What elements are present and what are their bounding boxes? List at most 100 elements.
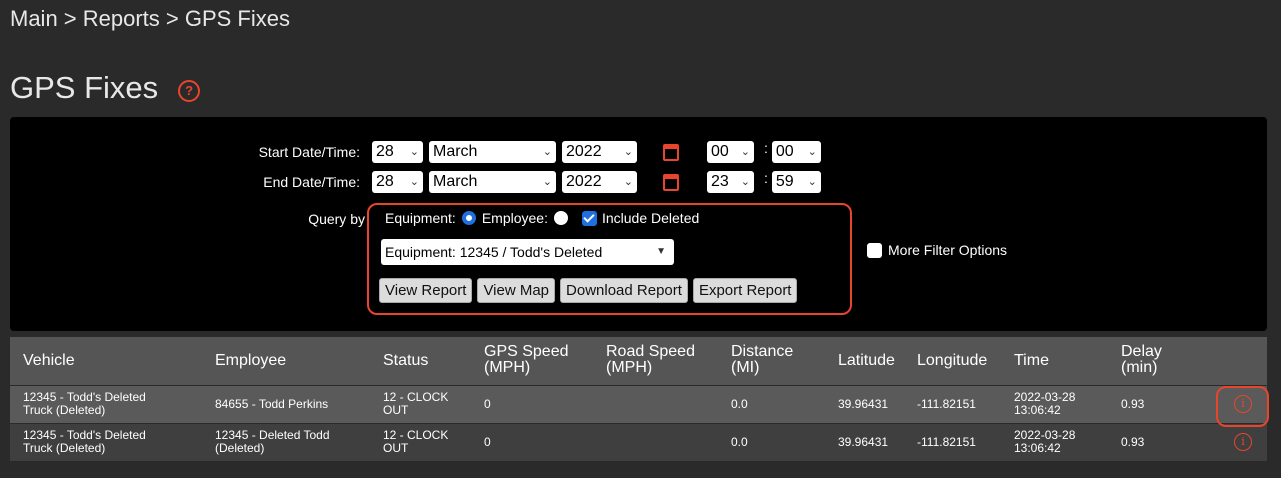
header-vehicle[interactable]: Vehicle	[23, 353, 75, 369]
equipment-select[interactable]: Equipment: 12345 / Todd's Deleted ▼	[381, 239, 674, 265]
header-road-speed-line2: (MPH)	[606, 359, 653, 376]
cell-delay: 0.93	[1121, 397, 1145, 411]
end-datetime-label: End Date/Time:	[263, 174, 360, 190]
chevron-down-icon: ⌄	[807, 176, 817, 188]
cell-latitude: 39.96431	[838, 397, 889, 411]
header-employee[interactable]: Employee	[215, 353, 286, 369]
cell-status-line2: OUT	[383, 441, 409, 455]
end-day-select[interactable]: 28 ⌄	[372, 171, 423, 193]
header-delay[interactable]: Delay (min)	[1121, 344, 1162, 376]
start-month-select[interactable]: March ⌄	[429, 141, 556, 163]
end-datetime-row: End Date/Time: 28 ⌄ March ⌄ 2022 ⌄ 23 ⌄ : 59…	[10, 170, 827, 193]
export-report-button[interactable]: Export Report	[692, 278, 798, 303]
cell-time-line2: 13:06:42	[1014, 441, 1061, 455]
cell-gps-speed: 0	[484, 435, 491, 449]
start-hour-select[interactable]: 00 ⌄	[707, 141, 754, 163]
start-year-value: 2022	[566, 143, 602, 160]
end-minute-value: 59	[775, 173, 794, 190]
query-by-label: Query by	[308, 211, 365, 227]
header-distance-line2: (MI)	[731, 359, 760, 376]
header-gps-speed-line1: GPS Speed	[484, 343, 569, 360]
cell-employee-line2: (Deleted)	[215, 441, 265, 455]
include-deleted-checkbox[interactable]	[581, 210, 597, 226]
start-day-value: 28	[376, 143, 394, 160]
table-row[interactable]: 12345 - Todd's Deleted Truck (Deleted) 84…	[10, 386, 1267, 423]
end-hour-value: 23	[711, 173, 729, 190]
end-year-select[interactable]: 2022 ⌄	[562, 171, 637, 193]
calendar-icon[interactable]	[663, 143, 679, 161]
chevron-down-icon: ⌄	[542, 146, 552, 158]
chevron-down-icon: ⌄	[409, 176, 419, 188]
header-time[interactable]: Time	[1014, 353, 1049, 369]
start-hour-value: 00	[711, 143, 729, 160]
page-title: GPS Fixes	[10, 70, 159, 105]
start-year-select[interactable]: 2022 ⌄	[562, 141, 637, 163]
query-by-row: Query by	[10, 211, 365, 227]
header-gps-speed[interactable]: GPS Speed (MPH)	[484, 344, 569, 376]
header-delay-line1: Delay	[1121, 343, 1162, 360]
equipment-select-value: Equipment: 12345 / Todd's Deleted	[385, 244, 603, 260]
chevron-down-icon: ⌄	[623, 146, 633, 158]
chevron-down-icon: ⌄	[409, 146, 419, 158]
employee-radio[interactable]	[553, 211, 568, 225]
info-icon-highlight	[1216, 386, 1269, 427]
filter-panel: Start Date/Time: 28 ⌄ March ⌄ 2022 ⌄ 00 ⌄ : …	[10, 117, 1267, 331]
help-icon[interactable]: ?	[178, 80, 201, 102]
cell-latitude: 39.96431	[838, 435, 889, 449]
table-row[interactable]: 12345 - Todd's Deleted Truck (Deleted) 12…	[10, 424, 1267, 461]
equipment-radio[interactable]	[461, 211, 476, 225]
download-report-button[interactable]: Download Report	[560, 278, 688, 303]
cell-vehicle-line2: Truck (Deleted)	[23, 441, 106, 455]
cell-distance: 0.0	[731, 435, 748, 449]
start-datetime-label: Start Date/Time:	[258, 144, 360, 160]
more-filter-label: More Filter Options	[888, 242, 1008, 258]
end-minute-select[interactable]: 59 ⌄	[771, 171, 821, 193]
more-filter-checkbox[interactable]	[867, 242, 882, 258]
cell-longitude: -111.82151	[917, 397, 976, 411]
header-gps-speed-line2: (MPH)	[484, 359, 531, 376]
end-hour-select[interactable]: 23 ⌄	[707, 171, 754, 193]
cell-distance: 0.0	[731, 397, 748, 411]
cell-time-line2: 13:06:42	[1014, 403, 1061, 417]
start-minute-value: 00	[775, 143, 794, 160]
breadcrumb: Main > Reports > GPS Fixes	[10, 6, 290, 31]
view-report-button[interactable]: View Report	[379, 278, 473, 303]
cell-gps-speed: 0	[484, 397, 491, 411]
cell-vehicle-line2: Truck (Deleted)	[23, 403, 106, 417]
equipment-radio-label: Equipment:	[385, 210, 456, 226]
end-day-value: 28	[376, 173, 394, 190]
cell-vehicle: 12345 - Todd's Deleted Truck (Deleted)	[23, 429, 146, 455]
calendar-icon[interactable]	[663, 173, 679, 191]
view-map-button[interactable]: View Map	[477, 278, 556, 303]
page-title-row: GPS Fixes ?	[10, 70, 201, 106]
cell-time: 2022-03-28 13:06:42	[1014, 391, 1075, 417]
header-distance-line1: Distance	[731, 343, 794, 360]
chevron-down-icon: ⌄	[542, 176, 552, 188]
start-month-value: March	[433, 143, 478, 160]
header-delay-line2: (min)	[1121, 359, 1158, 376]
end-month-select[interactable]: March ⌄	[429, 171, 556, 193]
header-status[interactable]: Status	[383, 353, 428, 369]
cell-employee: 12345 - Deleted Todd (Deleted)	[215, 429, 330, 455]
header-longitude[interactable]: Longitude	[917, 353, 987, 369]
cell-time: 2022-03-28 13:06:42	[1014, 429, 1075, 455]
cell-status-line2: OUT	[383, 403, 409, 417]
info-icon[interactable]: i	[1234, 433, 1252, 451]
chevron-down-icon: ⌄	[807, 146, 817, 158]
header-road-speed-line1: Road Speed	[606, 343, 695, 360]
cell-status: 12 - CLOCK OUT	[383, 429, 448, 455]
start-minute-select[interactable]: 00 ⌄	[771, 141, 821, 163]
query-box-highlight: Equipment: Employee: Include Deleted Equ…	[367, 203, 852, 315]
chevron-down-icon: ⌄	[623, 176, 633, 188]
header-distance[interactable]: Distance (MI)	[731, 344, 793, 376]
end-month-value: March	[433, 173, 478, 190]
query-type-row: Equipment: Employee: Include Deleted	[385, 210, 699, 226]
dropdown-arrow-icon: ▼	[656, 246, 666, 257]
start-datetime-row: Start Date/Time: 28 ⌄ March ⌄ 2022 ⌄ 00 ⌄ : …	[10, 140, 827, 163]
include-deleted-label: Include Deleted	[601, 210, 700, 226]
cell-delay: 0.93	[1121, 435, 1145, 449]
header-road-speed[interactable]: Road Speed (MPH)	[606, 344, 695, 376]
time-separator: :	[764, 140, 768, 156]
header-latitude[interactable]: Latitude	[838, 353, 895, 369]
start-day-select[interactable]: 28 ⌄	[372, 141, 423, 163]
